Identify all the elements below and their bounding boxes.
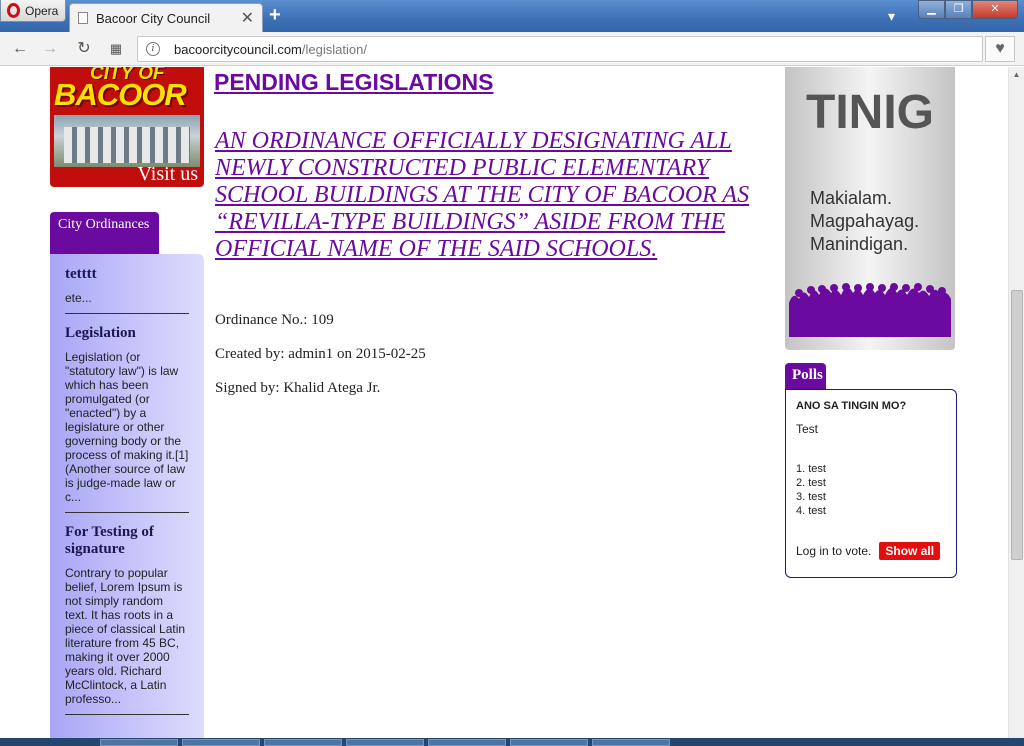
close-window-icon[interactable]: ✕ bbox=[972, 0, 1018, 19]
url-path: /legislation/ bbox=[301, 41, 367, 57]
ordinances-sidebar: tetttt ete... Legislation Legislation (o… bbox=[50, 254, 204, 738]
show-all-button[interactable]: Show all bbox=[879, 542, 941, 560]
polls-box: ANO SA TINGIN MO? Test 1. test 2. test 3… bbox=[785, 389, 957, 578]
speed-dial-grid-icon[interactable]: ▦ bbox=[106, 39, 126, 59]
banner-slogan: Makialam. Magpahayag. Manindigan. bbox=[810, 187, 919, 256]
forward-arrow-icon[interactable]: → bbox=[40, 39, 60, 59]
back-arrow-icon[interactable]: ← bbox=[10, 39, 30, 59]
browser-title-bar: Opera Bacoor City Council ✕ + ▾ ▁ ❐ ✕ bbox=[0, 0, 1024, 32]
sidebar-item-title[interactable]: For Testing of signature bbox=[65, 524, 189, 558]
os-taskbar bbox=[0, 738, 1024, 746]
sidebar-item-excerpt: ete... bbox=[65, 291, 92, 305]
visit-us-label: Visit us bbox=[137, 163, 198, 185]
sidebar-item-excerpt: Legislation (or "statutory law") is law … bbox=[65, 350, 189, 504]
sidebar-item: For Testing of signature Contrary to pop… bbox=[65, 524, 189, 715]
opera-menu-label: Opera bbox=[25, 3, 59, 18]
ordinance-signed-by: Signed by: Khalid Atega Jr. bbox=[215, 380, 381, 396]
ordinance-number: Ordinance No.: 109 bbox=[215, 312, 334, 328]
window-controls: ▁ ❐ ✕ bbox=[918, 0, 1018, 19]
ordinance-created-by: Created by: admin1 on 2015-02-25 bbox=[215, 346, 426, 362]
poll-question: ANO SA TINGIN MO? bbox=[796, 400, 907, 412]
banner-title: TINIG bbox=[806, 86, 934, 139]
banner-slogan-line: Manindigan. bbox=[810, 234, 909, 254]
sidebar-item: tetttt ete... bbox=[65, 266, 189, 314]
opera-logo-icon bbox=[7, 3, 20, 18]
browser-tab[interactable]: Bacoor City Council ✕ bbox=[69, 3, 263, 32]
bookmark-heart-icon[interactable]: ♥ bbox=[985, 36, 1015, 62]
vertical-scrollbar[interactable]: ▲ bbox=[1008, 67, 1024, 738]
poll-footer: Log in to vote. Show all bbox=[796, 542, 941, 560]
polls-tab[interactable]: Polls bbox=[785, 363, 826, 390]
page-icon bbox=[78, 12, 88, 24]
tinig-banner[interactable]: TINIG Makialam. Magpahayag. Manindigan. bbox=[785, 67, 955, 350]
page-viewport: CITY OF BACOOR Visit us City Ordinances … bbox=[0, 67, 1008, 738]
banner-slogan-line: Makialam. bbox=[810, 188, 893, 208]
sidebar-item-excerpt: Contrary to popular belief, Lorem Ipsum … bbox=[65, 566, 186, 706]
poll-option: 2. test bbox=[796, 477, 826, 489]
scroll-up-arrow-icon[interactable]: ▲ bbox=[1009, 67, 1024, 83]
reload-icon[interactable]: ↻ bbox=[74, 39, 94, 59]
city-ordinances-tab[interactable]: City Ordinances bbox=[50, 212, 159, 254]
tab-close-icon[interactable]: ✕ bbox=[241, 8, 254, 28]
poll-option: 3. test bbox=[796, 491, 826, 503]
poll-option: 1. test bbox=[796, 463, 826, 475]
sidebar-item: Legislation Legislation (or "statutory l… bbox=[65, 325, 189, 513]
poll-option: 4. test bbox=[796, 505, 826, 517]
new-tab-button[interactable]: + bbox=[269, 5, 281, 25]
page-title[interactable]: PENDING LEGISLATIONS bbox=[214, 69, 493, 96]
address-toolbar: ← → ↻ ▦ i bacoorcitycouncil.com/legislat… bbox=[0, 32, 1024, 66]
banner-slogan-line: Magpahayag. bbox=[810, 211, 920, 231]
sidebar-item-title[interactable]: tetttt bbox=[65, 266, 189, 283]
city-logo-banner[interactable]: CITY OF BACOOR Visit us bbox=[50, 67, 204, 187]
taskbar-item[interactable] bbox=[100, 739, 178, 746]
taskbar-item[interactable] bbox=[428, 739, 506, 746]
city-hall-image bbox=[54, 115, 200, 167]
address-bar[interactable]: i bacoorcitycouncil.com/legislation/ bbox=[137, 36, 983, 62]
ordinance-title-link[interactable]: AN ORDINANCE OFFICIALLY DESIGNATING ALL … bbox=[215, 128, 775, 263]
poll-description: Test bbox=[796, 422, 819, 436]
minimize-icon[interactable]: ▁ bbox=[918, 0, 945, 19]
taskbar-item[interactable] bbox=[510, 739, 588, 746]
taskbar-item[interactable] bbox=[592, 739, 670, 746]
taskbar-item[interactable] bbox=[264, 739, 342, 746]
sidebar-item-title[interactable]: Legislation bbox=[65, 325, 189, 342]
scrollbar-thumb[interactable] bbox=[1011, 290, 1023, 560]
tab-title: Bacoor City Council bbox=[96, 10, 211, 26]
url-host: bacoorcitycouncil.com bbox=[174, 41, 302, 57]
site-info-icon[interactable]: i bbox=[146, 42, 160, 56]
taskbar-item[interactable] bbox=[346, 739, 424, 746]
logo-line2: BACOOR bbox=[54, 77, 187, 112]
login-to-vote-text[interactable]: Log in to vote. bbox=[796, 544, 871, 558]
tabs-menu-icon[interactable]: ▾ bbox=[888, 8, 895, 25]
taskbar-item[interactable] bbox=[182, 739, 260, 746]
crowd-silhouette-icon bbox=[789, 283, 951, 337]
opera-menu-button[interactable]: Opera bbox=[0, 0, 66, 22]
maximize-icon[interactable]: ❐ bbox=[945, 0, 972, 19]
